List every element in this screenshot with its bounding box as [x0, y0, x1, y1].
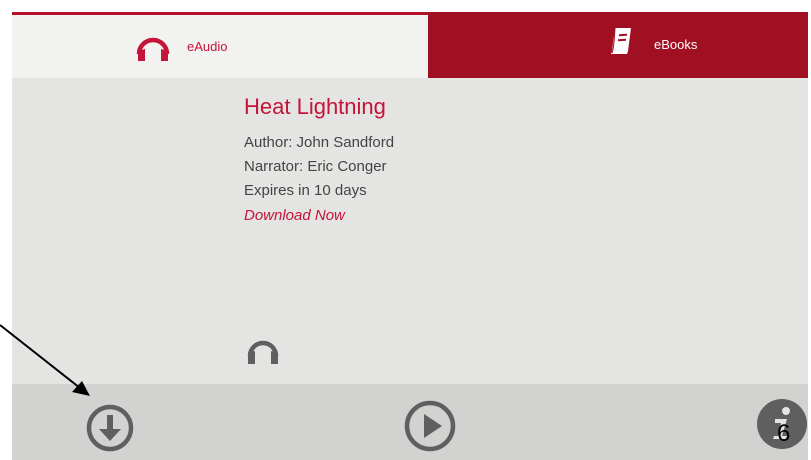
pointer-arrow — [0, 324, 90, 396]
